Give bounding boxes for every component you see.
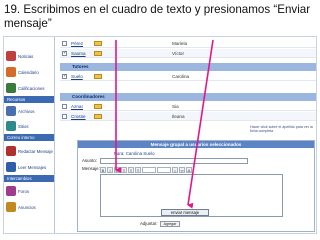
compose-icon [6,146,16,156]
list-item: Suelo Carolina [60,72,316,81]
mail-icon[interactable] [94,74,102,79]
list-icon[interactable]: • [172,166,178,173]
mail-icon[interactable] [94,104,102,109]
surname-link[interactable]: Pérez [71,39,83,48]
participant-list: Pérez Mariela Saoma Víctor Tutores Suelo… [60,37,316,139]
announce-icon [6,202,16,212]
sidebar-item-label: Calificaciones [18,85,45,91]
caption-line-2: mensaje” [4,17,52,30]
files-icon [6,106,16,116]
sidebar-item-label: Archivos [18,108,35,114]
sidebar-item-label: Leer Mensajes [18,164,47,170]
mensaje-label: Mensaje: [82,166,100,171]
sidebar-section-correo: Correo interno [4,134,54,141]
editor-toolbar: B I U ≡ ≡ ≡ • ∞ A [100,166,250,173]
list-item: Crosse Ileana [60,112,316,121]
sidebar-item-calificaciones[interactable]: Calificaciones [6,81,54,95]
underline-icon[interactable]: U [114,166,120,173]
select-checkbox[interactable] [62,114,67,119]
adjuntar-button[interactable]: Agregar [160,221,180,227]
first-name: Mariela [172,41,188,46]
mail-icon[interactable] [94,114,102,119]
align-center-icon[interactable]: ≡ [128,166,134,173]
sidebar-item-calendario[interactable]: Calendario [6,65,54,79]
calendar-icon [6,67,16,77]
sidebar-item-label: Noticias [18,53,34,59]
sidebar-section-intercambios: Intercambios [4,175,54,182]
surname-link[interactable]: Saoma [71,49,86,58]
font-select[interactable] [142,166,156,173]
select-checkbox[interactable] [62,72,67,81]
surname-link[interactable]: Suelo [71,72,83,81]
link-icon[interactable]: ∞ [179,166,185,173]
align-left-icon[interactable]: ≡ [121,166,127,173]
bold-icon[interactable]: B [100,166,106,173]
first-name: Víctor [172,51,184,56]
list-item: Pérez Mariela [60,39,316,48]
sidebar-item-anuncios[interactable]: Anuncios [6,200,54,214]
list-item: Saoma Víctor [60,49,316,58]
first-name: Ileana [172,114,185,119]
sidebar-item-archivos[interactable]: Archivos [6,104,54,118]
screenshot-frame: Noticias Calendario Calificaciones Recur… [3,36,317,234]
mail-icon[interactable] [94,41,102,46]
size-select[interactable] [157,166,171,173]
sidebar-item-noticias[interactable]: Noticias [6,49,54,63]
sidebar-item-label: Anuncios [18,204,36,210]
first-name: Carolina [172,74,190,79]
forum-icon [6,186,16,196]
grades-icon [6,83,16,93]
group-header-coordinadores: Coordinadores [60,93,316,101]
surname-link[interactable]: Aznar [71,102,83,111]
asunto-input[interactable] [100,158,248,164]
adjuntar-label: Adjuntar: [140,221,158,226]
instruction-caption: 19. Escribimos en el cuadro de texto y p… [4,3,316,31]
sidebar-item-redactar[interactable]: Redactar Mensaje [6,142,54,160]
sidebar-item-foros[interactable]: Foros [6,184,54,198]
list-hint: Hacer click sobre el apellido para ver l… [250,125,313,133]
group-message-form: Mensaje grupal a usuarios seleccionados … [77,140,315,232]
caption-line-1: 19. Escribimos en el cuadro de texto y p… [4,3,311,16]
sidebar-item-label: Sitios [18,123,29,129]
select-checkbox[interactable] [62,41,67,46]
sidebar-item-label: Redactar Mensaje [18,148,53,154]
sidebar-section-recursos: Recursos [4,96,54,103]
sidebar: Noticias Calendario Calificaciones Recur… [4,37,55,233]
recipient-line: Para: Carolina Suelo [114,151,155,156]
sidebar-item-label: Calendario [18,69,39,75]
select-checkbox[interactable] [62,49,67,58]
group-header-tutores: Tutores [60,63,316,71]
align-right-icon[interactable]: ≡ [135,166,141,173]
globe-icon [6,121,16,131]
read-mail-icon [6,162,16,172]
send-message-button[interactable]: enviar mensaje [161,209,209,216]
newspaper-icon [6,51,16,61]
form-title: Mensaje grupal a usuarios seleccionados [78,141,314,148]
mail-icon[interactable] [94,51,102,56]
color-icon[interactable]: A [186,166,192,173]
sidebar-item-label: Foros [18,188,29,194]
sidebar-item-leer[interactable]: Leer Mensajes [6,160,54,174]
list-item: Aznar Sia [60,102,316,111]
surname-link[interactable]: Crosse [71,112,86,121]
sidebar-item-sitios[interactable]: Sitios [6,119,54,133]
italic-icon[interactable]: I [107,166,113,173]
asunto-label: Asunto: [82,158,97,163]
select-checkbox[interactable] [62,104,67,109]
first-name: Sia [172,104,179,109]
